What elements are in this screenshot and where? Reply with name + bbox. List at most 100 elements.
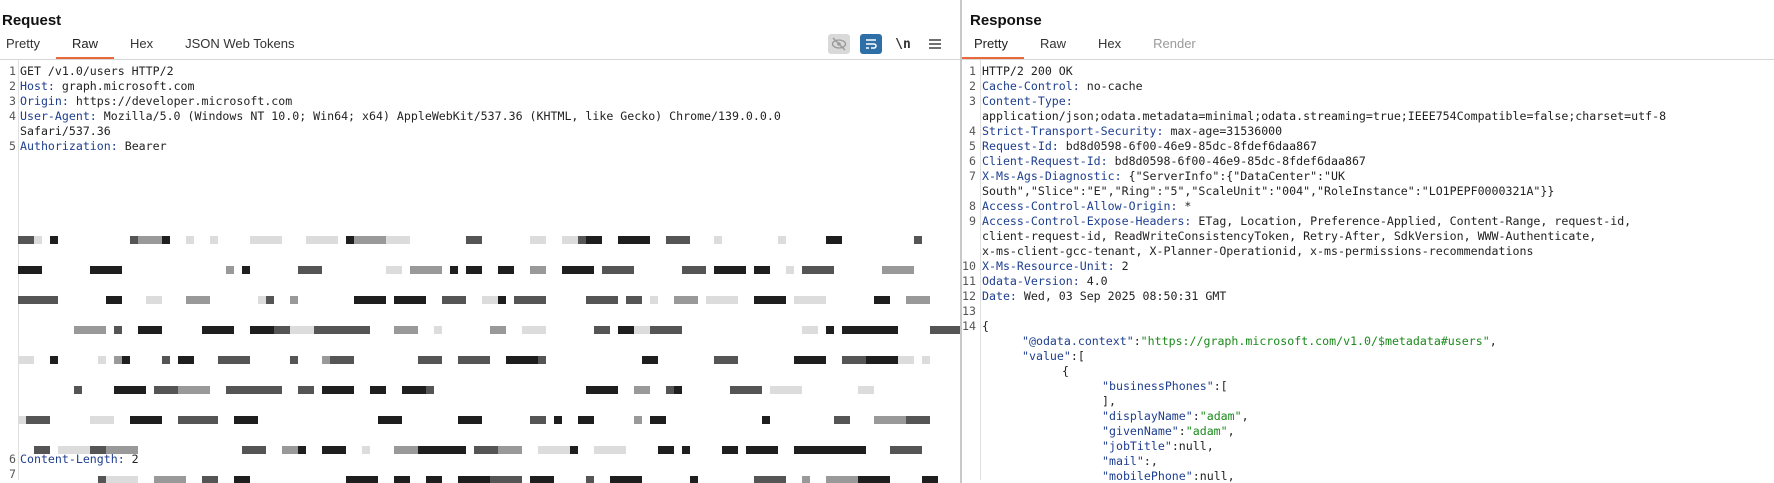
- redaction-block: [370, 386, 386, 394]
- response-editor[interactable]: 1 HTTP/2 200 OK 2 Cache-Control: no-cache 3 C…: [962, 60, 1774, 483]
- response-pane: Response Pretty Raw Hex Render 1 HTTP/2 2…: [962, 0, 1774, 483]
- redaction-block: [410, 266, 442, 274]
- redaction-block: [722, 446, 738, 454]
- request-tabs: Pretty Raw Hex JSON Web Tokens \n: [0, 31, 960, 60]
- response-tab-raw[interactable]: Raw: [1024, 36, 1082, 59]
- request-toolbar: \n: [828, 34, 946, 54]
- redaction-block: [386, 266, 402, 274]
- redaction-block: [50, 356, 58, 364]
- response-line: x-ms-client-gcc-tenant, X-Planner-Operat…: [982, 244, 1534, 258]
- redaction-block: [586, 476, 594, 483]
- redaction-block: [18, 416, 26, 424]
- redaction-block: [162, 236, 170, 244]
- redaction-block: [530, 476, 554, 483]
- redacted-token: [18, 232, 960, 483]
- response-line: 12 Date: Wed, 03 Sep 2025 08:50:31 GMT: [962, 289, 1227, 303]
- redaction-block: [674, 296, 698, 304]
- redaction-block: [506, 356, 538, 364]
- redaction-block: [754, 296, 786, 304]
- request-tab-pretty[interactable]: Pretty: [0, 36, 56, 59]
- redaction-block: [482, 446, 498, 454]
- redaction-block: [250, 386, 282, 394]
- request-tab-hex[interactable]: Hex: [114, 36, 169, 59]
- redaction-block: [530, 236, 546, 244]
- redaction-block: [18, 236, 34, 244]
- request-title: Request: [2, 12, 62, 29]
- redaction-block: [842, 356, 866, 364]
- request-editor[interactable]: 1 GET /v1.0/users HTTP/2 2 Host: graph.mic…: [0, 60, 960, 483]
- response-line: 9 Access-Control-Expose-Headers: ETag, Lo…: [969, 214, 1632, 228]
- response-line: 11 Odata-Version: 4.0: [962, 274, 1108, 288]
- response-line: 14{: [962, 319, 989, 333]
- redaction-block: [730, 296, 738, 304]
- response-line: 8 Access-Control-Allow-Origin: *: [969, 199, 1192, 213]
- request-tab-raw[interactable]: Raw: [55, 36, 114, 59]
- json-line: "value":[: [1022, 349, 1085, 363]
- redaction-block: [442, 296, 466, 304]
- response-tab-render[interactable]: Render: [1137, 36, 1212, 59]
- redaction-block: [474, 446, 482, 454]
- redaction-block: [842, 326, 866, 334]
- redaction-block: [658, 446, 674, 454]
- json-line: "@odata.context":"https://graph.microsof…: [1022, 334, 1497, 348]
- redaction-block: [90, 266, 122, 274]
- redaction-block: [530, 416, 546, 424]
- redaction-block: [514, 296, 546, 304]
- redaction-block: [266, 296, 274, 304]
- redaction-block: [186, 236, 194, 244]
- redaction-block: [234, 476, 250, 483]
- redaction-block: [34, 236, 42, 244]
- gutter-divider: [980, 60, 981, 480]
- json-line: ],: [1102, 394, 1116, 408]
- redaction-block: [250, 326, 274, 334]
- redaction-block: [770, 386, 802, 394]
- redaction-block: [114, 386, 146, 394]
- redaction-block: [290, 326, 314, 334]
- redaction-block: [906, 296, 930, 304]
- redaction-block: [122, 356, 130, 364]
- response-tab-hex[interactable]: Hex: [1082, 36, 1137, 59]
- redaction-block: [394, 326, 418, 334]
- redaction-block: [778, 236, 786, 244]
- redaction-block: [418, 446, 442, 454]
- request-line: 2 Host: graph.microsoft.com: [9, 79, 195, 93]
- redaction-block: [26, 296, 58, 304]
- redaction-block: [226, 386, 250, 394]
- redaction-block: [866, 326, 898, 334]
- redaction-block: [858, 386, 874, 394]
- response-tab-pretty[interactable]: Pretty: [962, 36, 1024, 59]
- redaction-block: [242, 446, 266, 454]
- redaction-block: [858, 476, 890, 483]
- menu-icon[interactable]: [924, 34, 946, 54]
- redaction-block: [186, 416, 218, 424]
- redaction-block: [98, 476, 106, 483]
- response-line: 3 Content-Type:: [969, 94, 1073, 108]
- redaction-block: [754, 266, 770, 274]
- redaction-block: [154, 386, 178, 394]
- response-line: client-request-id, ReadWriteConsistencyT…: [982, 229, 1597, 243]
- json-line: "givenName":"adam",: [1102, 424, 1235, 438]
- redaction-block: [562, 266, 594, 274]
- redaction-block: [90, 416, 114, 424]
- redaction-block: [746, 446, 778, 454]
- request-tab-jwt[interactable]: JSON Web Tokens: [169, 36, 310, 59]
- request-pane: Request Pretty Raw Hex JSON Web Tokens \…: [0, 0, 962, 483]
- redaction-block: [730, 386, 762, 394]
- newline-icon[interactable]: \n: [892, 34, 914, 54]
- request-line: 3 Origin: https://developer.microsoft.com: [9, 94, 293, 108]
- redaction-block: [178, 416, 186, 424]
- redaction-block: [298, 446, 306, 454]
- redaction-block: [706, 296, 730, 304]
- redaction-block: [922, 476, 938, 483]
- response-line: 1 HTTP/2 200 OK: [969, 64, 1073, 78]
- redaction-block: [154, 476, 186, 483]
- redaction-block: [346, 236, 354, 244]
- eye-hidden-icon[interactable]: [828, 34, 850, 54]
- redaction-block: [850, 446, 866, 454]
- redaction-block: [826, 236, 842, 244]
- wrap-lines-icon[interactable]: [860, 34, 882, 54]
- redaction-block: [802, 266, 834, 274]
- redaction-block: [210, 236, 218, 244]
- redaction-block: [234, 416, 258, 424]
- response-line: 6 Client-Request-Id: bd8d0598-6f00-46e9-8…: [969, 154, 1366, 168]
